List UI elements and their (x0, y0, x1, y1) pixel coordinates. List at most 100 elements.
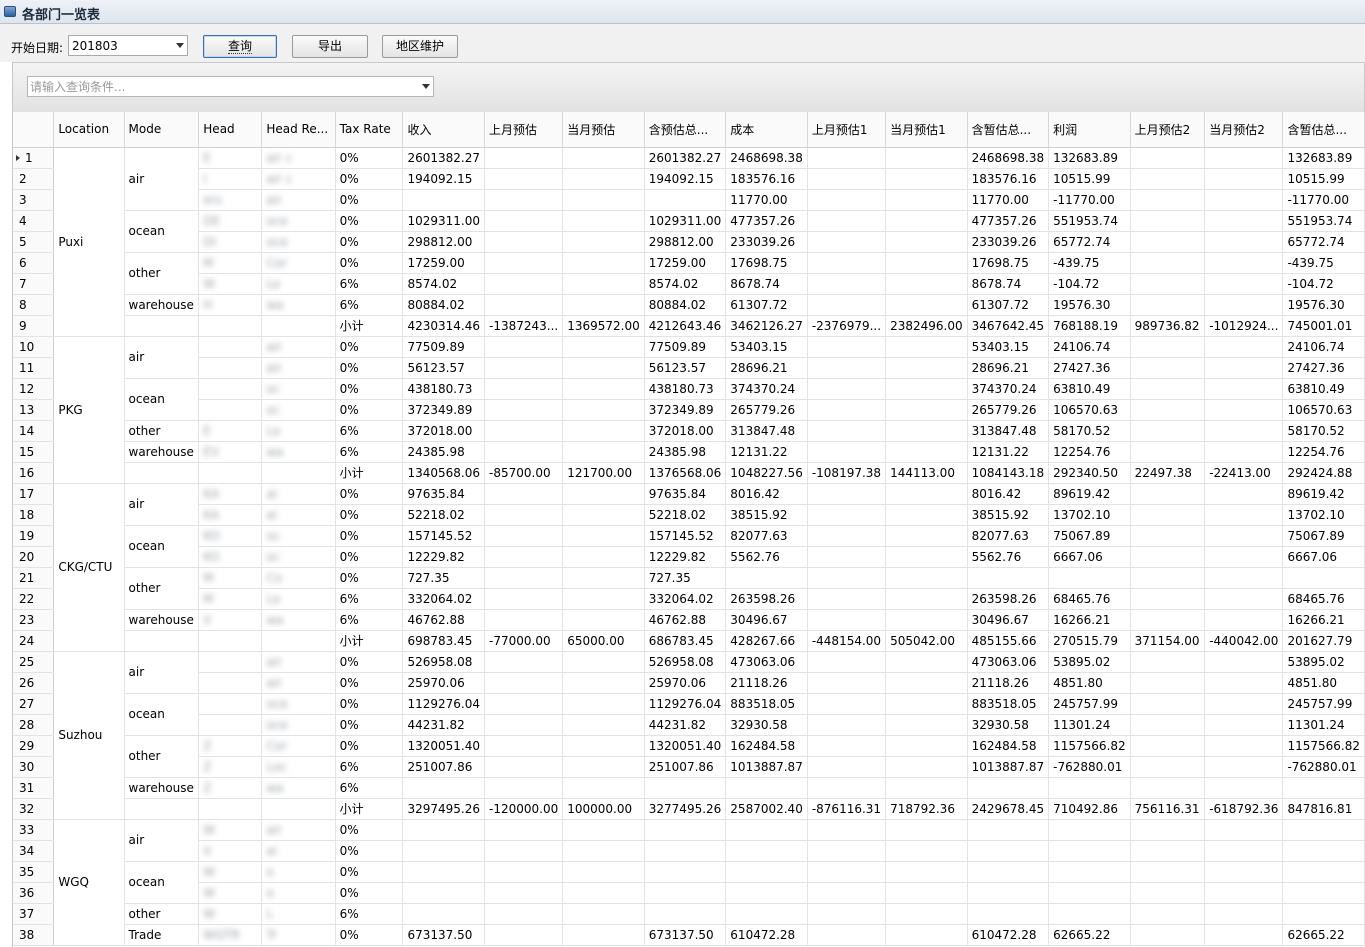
tax-rate-cell[interactable]: 0% (335, 504, 404, 526)
value-cell[interactable] (1130, 735, 1206, 757)
value-cell[interactable] (1130, 168, 1206, 190)
value-cell[interactable] (885, 546, 968, 568)
value-cell[interactable] (885, 672, 968, 694)
value-cell[interactable] (807, 378, 887, 400)
tax-rate-cell[interactable]: 0% (335, 714, 404, 736)
value-cell[interactable]: 485155.66 (967, 630, 1050, 652)
value-cell[interactable] (1130, 420, 1206, 442)
value-cell[interactable] (1130, 399, 1206, 421)
value-cell[interactable]: 28696.21 (967, 357, 1050, 379)
mode-cell[interactable]: warehouse (124, 777, 200, 799)
value-cell[interactable] (885, 609, 968, 631)
region-maintain-button[interactable]: 地区维护 (382, 35, 458, 58)
value-cell[interactable] (1130, 903, 1206, 925)
value-cell[interactable] (1204, 231, 1284, 253)
table-row[interactable]: 35 ocean Wo 0% (13, 861, 1365, 904)
value-cell[interactable] (885, 336, 968, 358)
table-row[interactable]: 22 M Lo 6% 332064.02 332064.02 263598.26 263598… (13, 588, 1365, 610)
value-cell[interactable]: 10515.99 (1048, 168, 1131, 190)
value-cell[interactable]: 1340568.06 (402, 462, 485, 484)
table-row[interactable]: 24 小计 698783.45 -77000.00 65000.00 686783.45 4… (13, 630, 1365, 652)
value-cell[interactable]: 121700.00 (562, 462, 645, 484)
value-cell[interactable] (562, 903, 645, 925)
value-cell[interactable] (1130, 609, 1206, 631)
column-header[interactable]: 上月预估 (484, 112, 564, 148)
head-cell[interactable]: V (198, 609, 263, 631)
column-header[interactable]: 收入 (402, 112, 485, 148)
value-cell[interactable]: 12131.22 (725, 441, 808, 463)
value-cell[interactable] (1130, 189, 1206, 211)
table-row[interactable]: 11 air 0% 56123.57 56123.57 28696.21 28696.21 2… (13, 357, 1365, 379)
value-cell[interactable] (807, 672, 887, 694)
value-cell[interactable] (1130, 504, 1206, 526)
value-cell[interactable] (484, 336, 564, 358)
value-cell[interactable] (562, 756, 645, 778)
value-cell[interactable] (484, 525, 564, 547)
value-cell[interactable] (807, 840, 887, 862)
head-cell[interactable] (198, 357, 263, 379)
value-cell[interactable]: 698783.45 (402, 630, 485, 652)
value-cell[interactable] (562, 693, 645, 715)
value-cell[interactable]: 245757.99 (1048, 693, 1131, 715)
value-cell[interactable]: 673137.50 (644, 924, 727, 946)
head-cell[interactable] (198, 462, 263, 484)
tax-rate-cell[interactable]: 0% (335, 924, 404, 946)
value-cell[interactable] (1204, 420, 1284, 442)
value-cell[interactable]: 53403.15 (725, 336, 808, 358)
tax-rate-cell[interactable]: 0% (335, 651, 404, 673)
value-cell[interactable]: -11770.00 (1048, 189, 1131, 211)
head-remark-cell[interactable]: air c (261, 168, 336, 190)
table-row[interactable]: 23 warehouse Vwa 6% 46762.88 46762.88 30496.67… (13, 609, 1365, 631)
value-cell[interactable] (1282, 903, 1365, 925)
tax-rate-cell[interactable]: 小计 (335, 315, 404, 337)
value-cell[interactable] (1204, 756, 1284, 778)
value-cell[interactable] (562, 336, 645, 358)
value-cell[interactable] (1130, 756, 1206, 778)
value-cell[interactable] (1130, 588, 1206, 610)
value-cell[interactable]: 75067.89 (1048, 525, 1131, 547)
value-cell[interactable] (807, 357, 887, 379)
value-cell[interactable]: 24385.98 (402, 441, 485, 463)
column-header[interactable]: 上月预估2 (1130, 112, 1206, 148)
tax-rate-cell[interactable]: 0% (335, 735, 404, 757)
value-cell[interactable]: 12131.22 (967, 441, 1050, 463)
value-cell[interactable] (885, 273, 968, 295)
head-cell[interactable] (198, 672, 263, 694)
value-cell[interactable]: 162484.58 (967, 735, 1050, 757)
value-cell[interactable] (562, 357, 645, 379)
mode-cell[interactable]: Trade (124, 924, 200, 946)
value-cell[interactable] (807, 777, 887, 799)
table-row[interactable]: 27 ocean oce 0% 1129276.04 1129276.04 883518.0… (13, 693, 1365, 736)
tax-rate-cell[interactable]: 6% (335, 756, 404, 778)
table-row[interactable]: 2 Iair c 0% 194092.15 194092.15 183576.16 1835… (13, 168, 1365, 190)
value-cell[interactable]: 551953.74 (1282, 210, 1365, 232)
table-row[interactable]: 16 小计 1340568.06 -85700.00 121700.00 1376568.… (13, 462, 1365, 484)
tax-rate-cell[interactable]: 小计 (335, 462, 404, 484)
mode-cell[interactable]: air (124, 819, 200, 862)
value-cell[interactable]: 473063.06 (967, 651, 1050, 673)
value-cell[interactable] (562, 882, 645, 904)
value-cell[interactable]: 162484.58 (725, 735, 808, 757)
tax-rate-cell[interactable]: 0% (335, 168, 404, 190)
value-cell[interactable] (402, 777, 485, 799)
tax-rate-cell[interactable]: 0% (335, 147, 404, 169)
value-cell[interactable]: 17698.75 (725, 252, 808, 274)
value-cell[interactable]: 44231.82 (402, 714, 485, 736)
value-cell[interactable] (807, 588, 887, 610)
value-cell[interactable]: 5562.76 (725, 546, 808, 568)
value-cell[interactable]: 132683.89 (1282, 147, 1365, 169)
value-cell[interactable] (1204, 882, 1284, 904)
value-cell[interactable] (1130, 231, 1206, 253)
value-cell[interactable] (562, 588, 645, 610)
value-cell[interactable] (484, 693, 564, 715)
value-cell[interactable]: 12254.76 (1048, 441, 1131, 463)
value-cell[interactable]: 1376568.06 (644, 462, 727, 484)
value-cell[interactable] (885, 483, 968, 505)
value-cell[interactable] (885, 840, 968, 862)
value-cell[interactable]: 372349.89 (644, 399, 727, 421)
head-remark-cell[interactable]: air c (261, 147, 336, 169)
column-header[interactable]: 上月预估1 (807, 112, 887, 148)
head-remark-cell[interactable]: Lo (261, 420, 336, 442)
value-cell[interactable] (484, 231, 564, 253)
value-cell[interactable]: 28696.21 (725, 357, 808, 379)
